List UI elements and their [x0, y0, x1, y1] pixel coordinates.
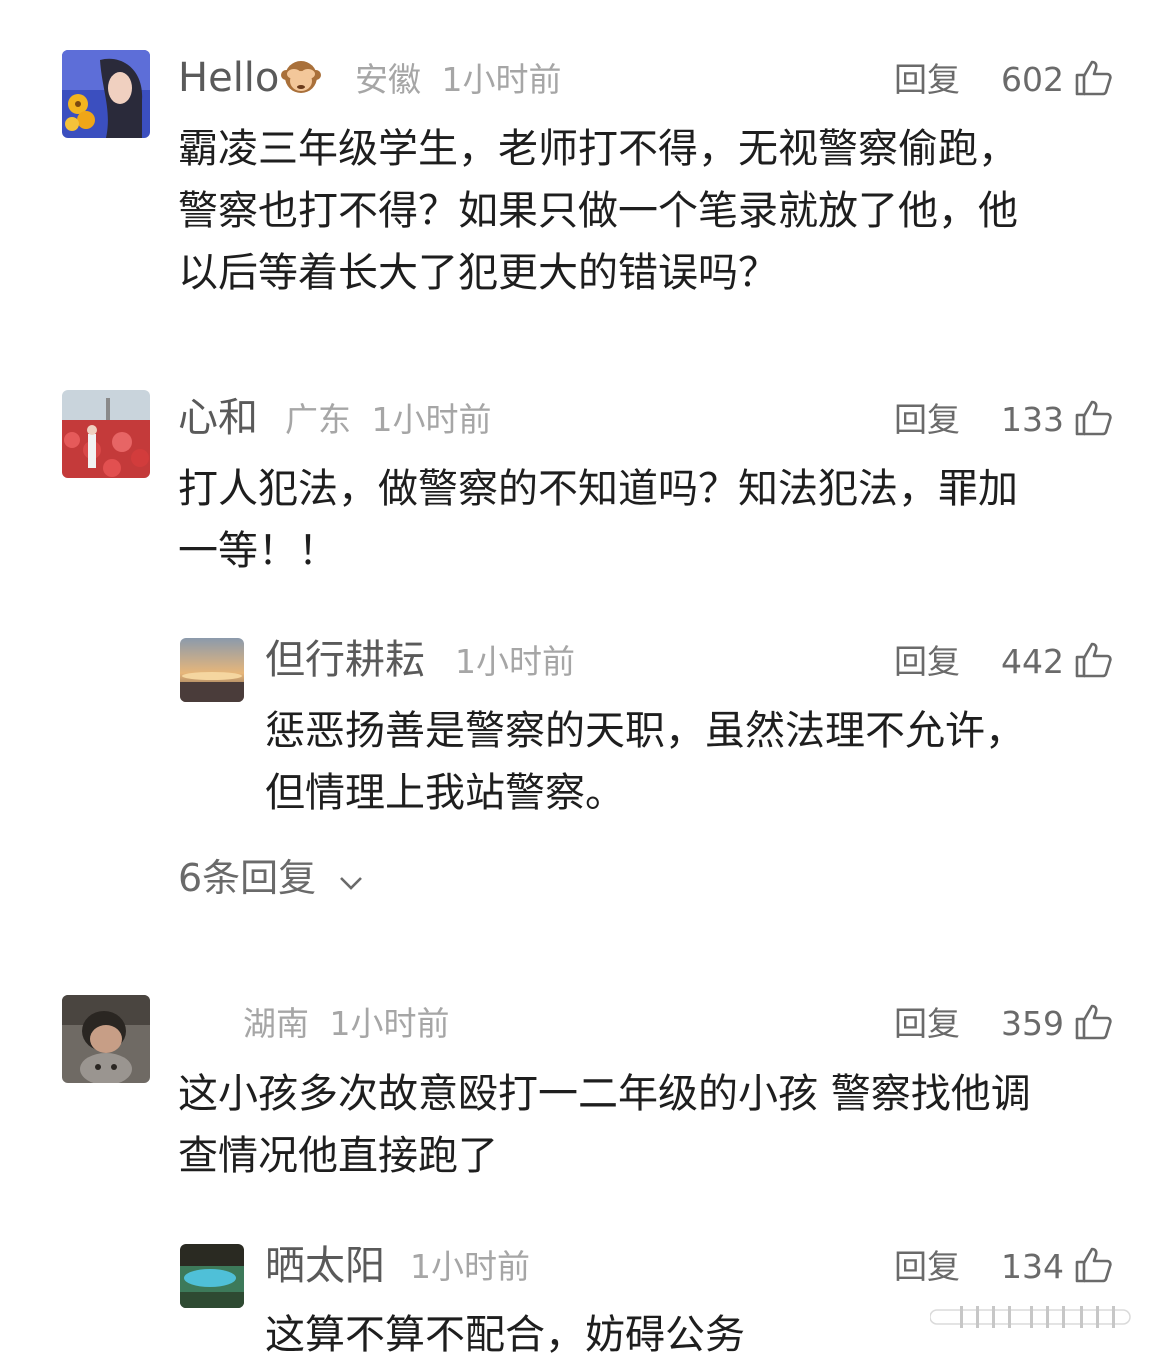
like-count: 602 — [1001, 60, 1064, 99]
timestamp: 1小时前 — [329, 1004, 450, 1043]
comment-meta: 广东 1小时前 — [285, 396, 492, 444]
thumbs-up-icon[interactable] — [1074, 398, 1114, 438]
location: 湖南 — [243, 1004, 309, 1043]
like-count: 134 — [1001, 1247, 1064, 1286]
comment-meta: 安徽 1小时前 — [355, 56, 562, 104]
comment-line: 以后等着长大了犯更大的错误吗？ — [178, 250, 778, 296]
avatar[interactable] — [180, 638, 244, 702]
comment-author[interactable]: 心和 — [178, 394, 258, 442]
like-count: 133 — [1001, 400, 1064, 439]
watermark-logo — [929, 1300, 1150, 1334]
thumbs-up-icon[interactable] — [1074, 58, 1114, 98]
location: 安徽 — [355, 60, 421, 99]
like-count: 442 — [1001, 642, 1064, 681]
comment-line: 霸凌三年级学生，老师打不得，无视警察偷跑， — [178, 126, 1018, 172]
reply-button[interactable]: 回复 — [894, 638, 960, 686]
more-replies-label[interactable]: 6条回复 — [178, 856, 316, 900]
avatar[interactable] — [62, 390, 150, 478]
comment-line: 一等！！ — [178, 528, 338, 574]
location: 广东 — [285, 400, 351, 439]
sub-reply-text: 这算不算不配合，妨碍公务 — [265, 1304, 745, 1366]
comment-line: 这小孩多次故意殴打一二年级的小孩 警察找他调 — [178, 1071, 1031, 1117]
comment-text: 打人犯法，做警察的不知道吗？知法犯法，罪加 一等！！ — [178, 458, 1018, 582]
comment-line: 查情况他直接跑了 — [178, 1133, 498, 1179]
timestamp: 1小时前 — [371, 400, 492, 439]
reply-button[interactable]: 回复 — [894, 1243, 960, 1291]
see-no-evil-monkey-icon — [281, 57, 322, 97]
thumbs-up-icon[interactable] — [1074, 640, 1114, 680]
chevron-down-icon[interactable] — [338, 856, 364, 890]
reply-button[interactable]: 回复 — [894, 56, 960, 104]
comment-author[interactable]: Hello — [178, 54, 322, 102]
timestamp: 1小时前 — [455, 642, 575, 681]
reply-button[interactable]: 回复 — [894, 396, 960, 444]
comment-line: 警察也打不得？如果只做一个笔录就放了他，他 — [178, 188, 1018, 234]
avatar[interactable] — [62, 995, 150, 1083]
like-count: 359 — [1001, 1004, 1064, 1043]
comment-line: 打人犯法，做警察的不知道吗？知法犯法，罪加 — [178, 466, 1018, 512]
author-name[interactable]: Hello — [178, 55, 279, 101]
sub-reply-text: 惩恶扬善是警察的天职，虽然法理不允许， 但情理上我站警察。 — [265, 700, 1025, 824]
reply-button[interactable]: 回复 — [894, 1000, 960, 1048]
thumbs-up-icon[interactable] — [1074, 1245, 1114, 1285]
comment-meta: 湖南 1小时前 — [243, 1000, 450, 1048]
thumbs-up-icon[interactable] — [1074, 1002, 1114, 1042]
avatar[interactable] — [180, 1244, 244, 1308]
comment-line: 这算不算不配合，妨碍公务 — [265, 1312, 745, 1358]
sub-reply-author[interactable]: 但行耕耘 — [265, 636, 425, 684]
sub-reply-author[interactable]: 晒太阳 — [265, 1242, 385, 1290]
avatar[interactable] — [62, 50, 150, 138]
expand-replies-button[interactable]: 6条回复 — [178, 854, 364, 902]
comment-text: 这小孩多次故意殴打一二年级的小孩 警察找他调 查情况他直接跑了 — [178, 1063, 1031, 1187]
comment-line: 但情理上我站警察。 — [265, 770, 625, 816]
comment-line: 惩恶扬善是警察的天职，虽然法理不允许， — [265, 708, 1025, 754]
comment-text: 霸凌三年级学生，老师打不得，无视警察偷跑， 警察也打不得？如果只做一个笔录就放了… — [178, 118, 1018, 304]
timestamp: 1小时前 — [410, 1247, 530, 1286]
timestamp: 1小时前 — [441, 60, 562, 99]
